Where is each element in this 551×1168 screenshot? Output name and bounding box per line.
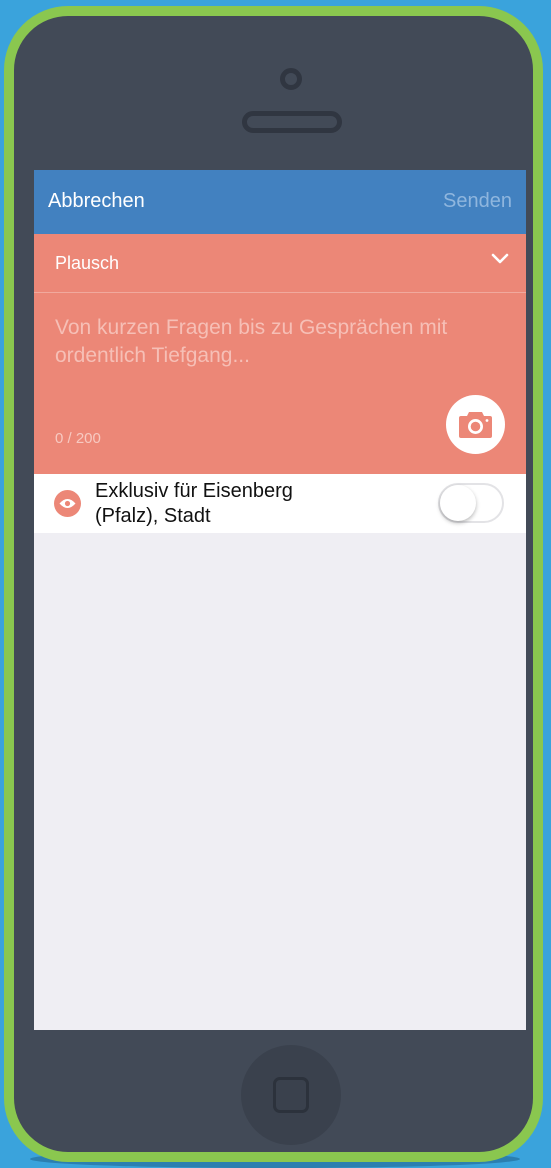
message-input[interactable]: Von kurzen Fragen bis zu Gesprächen mit …: [55, 314, 510, 370]
chevron-down-icon: [491, 253, 509, 264]
earpiece-speaker: [242, 111, 342, 133]
send-button[interactable]: Senden: [443, 190, 512, 213]
category-selector[interactable]: Plausch: [34, 234, 526, 293]
exclusive-toggle[interactable]: [438, 483, 504, 523]
character-counter: 0 / 200: [55, 430, 101, 447]
category-label: Plausch: [55, 253, 120, 273]
toggle-knob: [440, 485, 476, 521]
home-square-icon: [273, 1077, 309, 1113]
exclusive-label: Exklusiv für Eisenberg (Pfalz), Stadt: [95, 480, 293, 527]
eye-icon: [54, 490, 81, 517]
front-camera-icon: [280, 68, 302, 90]
camera-button[interactable]: [446, 395, 505, 454]
cancel-button[interactable]: Abbrechen: [48, 190, 145, 213]
exclusive-setting-row: Exklusiv für Eisenberg (Pfalz), Stadt: [34, 474, 526, 533]
app-screen: Abbrechen Senden Plausch Von kurzen Frag…: [34, 170, 526, 1030]
camera-icon: [459, 412, 492, 438]
navigation-bar: Abbrechen Senden: [34, 170, 526, 234]
home-button[interactable]: [241, 1045, 341, 1145]
compose-area: Plausch Von kurzen Fragen bis zu Gespräc…: [34, 234, 526, 474]
